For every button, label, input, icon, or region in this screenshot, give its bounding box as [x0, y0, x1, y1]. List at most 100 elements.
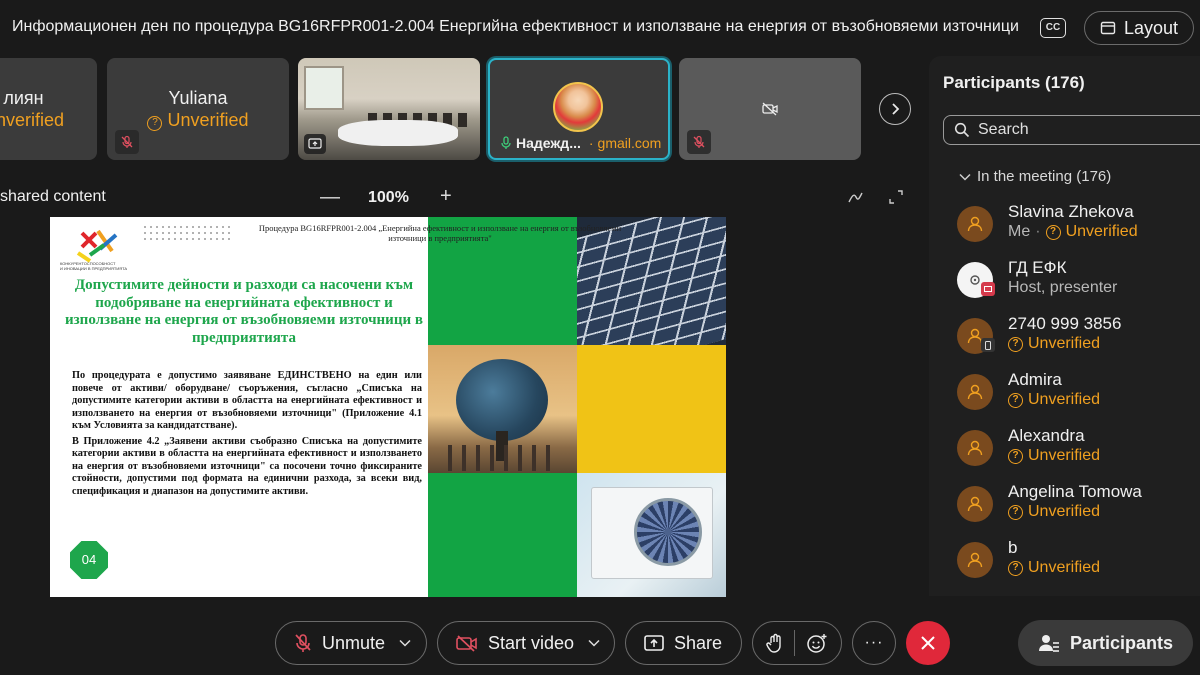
participant-status: ? Unverified — [1008, 559, 1100, 577]
participant-row[interactable]: 2740 999 3856 ? Unverified — [957, 314, 1197, 360]
person-icon — [967, 496, 983, 512]
leave-meeting-button[interactable] — [906, 621, 950, 665]
participant-row[interactable]: Angelina Tomowa ? Unverified — [957, 482, 1197, 528]
air-conditioner-image — [577, 473, 726, 597]
participant-name: Slavina Zhekova — [1008, 202, 1134, 221]
slide-heading: Допустимите дейности и разходи са насоче… — [65, 277, 423, 347]
reactions-icon[interactable] — [806, 633, 828, 653]
participant-row[interactable]: Admira ? Unverified — [957, 370, 1197, 416]
tile-name: Yuliana — [168, 88, 228, 108]
video-tile-speaking[interactable]: Надежд... · gmail.com — [488, 58, 670, 160]
slide-paragraph: В Приложение 4.2 „Заявени активи съобраз… — [72, 435, 422, 497]
tile-status: Unverified — [0, 110, 65, 130]
unverified-icon: ? — [1008, 336, 1023, 352]
participant-role: Host, presenter — [1008, 279, 1118, 296]
in-meeting-section-toggle[interactable]: In the meeting (176) — [959, 168, 1111, 185]
zoom-level: 100% — [368, 189, 409, 206]
video-tile[interactable] — [679, 58, 861, 160]
share-button[interactable]: Share — [625, 621, 742, 665]
expand-icon[interactable] — [888, 189, 904, 205]
participants-icon — [1038, 635, 1059, 652]
search-icon — [954, 122, 970, 138]
participant-name: b — [1008, 538, 1018, 557]
unverified-icon: ? — [1008, 560, 1023, 576]
tile-email: gmail.com — [597, 135, 662, 151]
layout-button[interactable]: Layout — [1084, 11, 1194, 45]
tile-name: Надежд... — [516, 135, 581, 151]
zoom-out-button[interactable]: — — [320, 186, 340, 209]
participant-name: 2740 999 3856 — [1008, 314, 1122, 333]
camera-off-icon — [762, 102, 778, 116]
avatar — [957, 486, 993, 522]
person-icon — [967, 440, 983, 456]
avatar — [957, 374, 993, 410]
unverified-icon: ? — [1008, 448, 1023, 464]
share-label: Share — [674, 632, 723, 653]
zoom-in-button[interactable]: + — [440, 185, 452, 208]
camera-off-icon — [456, 635, 477, 652]
participant-row[interactable]: b ? Unverified — [957, 538, 1197, 584]
participant-status: ? Unverified — [1008, 503, 1100, 521]
raise-hand-icon[interactable] — [766, 633, 784, 653]
start-video-label: Start video — [488, 632, 575, 653]
presenting-icon — [981, 282, 995, 296]
participant-status: Me · ? Unverified — [1008, 223, 1138, 240]
video-tile-room[interactable] — [298, 58, 480, 160]
close-icon — [921, 636, 935, 650]
participant-row[interactable]: Slavina Zhekova Me · ? Unverified — [957, 202, 1197, 248]
unverified-icon: ? — [1008, 504, 1023, 520]
mic-on-icon — [501, 136, 511, 149]
next-page-button[interactable] — [879, 93, 911, 125]
person-icon — [967, 216, 983, 232]
unmute-button[interactable]: Unmute — [275, 621, 427, 665]
yellow-block — [577, 345, 726, 473]
unmute-label: Unmute — [322, 632, 386, 653]
more-options-button[interactable]: ··· — [852, 621, 896, 665]
participant-name: Angelina Tomowa — [1008, 482, 1142, 501]
video-tile[interactable]: Yuliana ? Unverified — [107, 58, 289, 160]
layout-icon — [1100, 21, 1116, 35]
chevron-down-icon[interactable] — [399, 639, 411, 647]
participants-label: Participants — [1069, 632, 1174, 653]
layout-label: Layout — [1123, 17, 1179, 38]
participant-status: ? Unverified — [1008, 391, 1100, 409]
phone-icon — [981, 338, 995, 352]
tree-image — [428, 345, 577, 473]
video-tile[interactable]: лиян Unverified — [0, 58, 97, 160]
participant-name: Alexandra — [1008, 426, 1085, 445]
avatar — [957, 430, 993, 466]
closed-captions-button[interactable]: CC — [1040, 18, 1066, 38]
search-input[interactable]: Search — [943, 115, 1200, 145]
panel-title: Participants (176) — [943, 73, 1085, 92]
person-icon — [967, 384, 983, 400]
unverified-icon: ? — [1008, 392, 1023, 408]
chevron-right-icon — [892, 103, 900, 115]
slide-paragraph: По процедурата е допустимо заявяване ЕДИ… — [72, 370, 422, 432]
participants-button[interactable]: Participants — [1018, 620, 1193, 666]
tile-name: лиян — [3, 88, 44, 108]
share-screen-icon — [644, 635, 664, 651]
participant-row[interactable]: Alexandra ? Unverified — [957, 426, 1197, 472]
slide-body: По процедурата е допустимо заявяване ЕДИ… — [72, 370, 422, 501]
start-video-button[interactable]: Start video — [437, 621, 615, 665]
participants-panel: Participants (176) Search In the meeting… — [929, 56, 1200, 596]
mic-off-icon — [115, 130, 139, 154]
avatar — [957, 206, 993, 242]
annotate-icon[interactable] — [847, 189, 865, 205]
search-placeholder: Search — [978, 121, 1029, 138]
decorative-dots — [142, 224, 232, 242]
shared-content-label: shared content — [0, 188, 106, 205]
screen-share-icon — [304, 134, 326, 154]
participant-name: Admira — [1008, 370, 1062, 389]
slide-page-number: 04 — [70, 541, 108, 579]
tile-footer: Надежд... · gmail.com — [500, 135, 661, 151]
green-block — [428, 473, 577, 597]
chevron-down-icon — [959, 173, 971, 181]
participant-row[interactable]: ГД ЕФК Host, presenter — [957, 258, 1197, 304]
person-icon — [967, 552, 983, 568]
tile-status: ? Unverified — [107, 110, 289, 131]
section-label: In the meeting (176) — [977, 168, 1112, 185]
participant-status: ? Unverified — [1008, 335, 1100, 353]
reactions-group — [752, 621, 842, 665]
chevron-down-icon[interactable] — [588, 639, 600, 647]
